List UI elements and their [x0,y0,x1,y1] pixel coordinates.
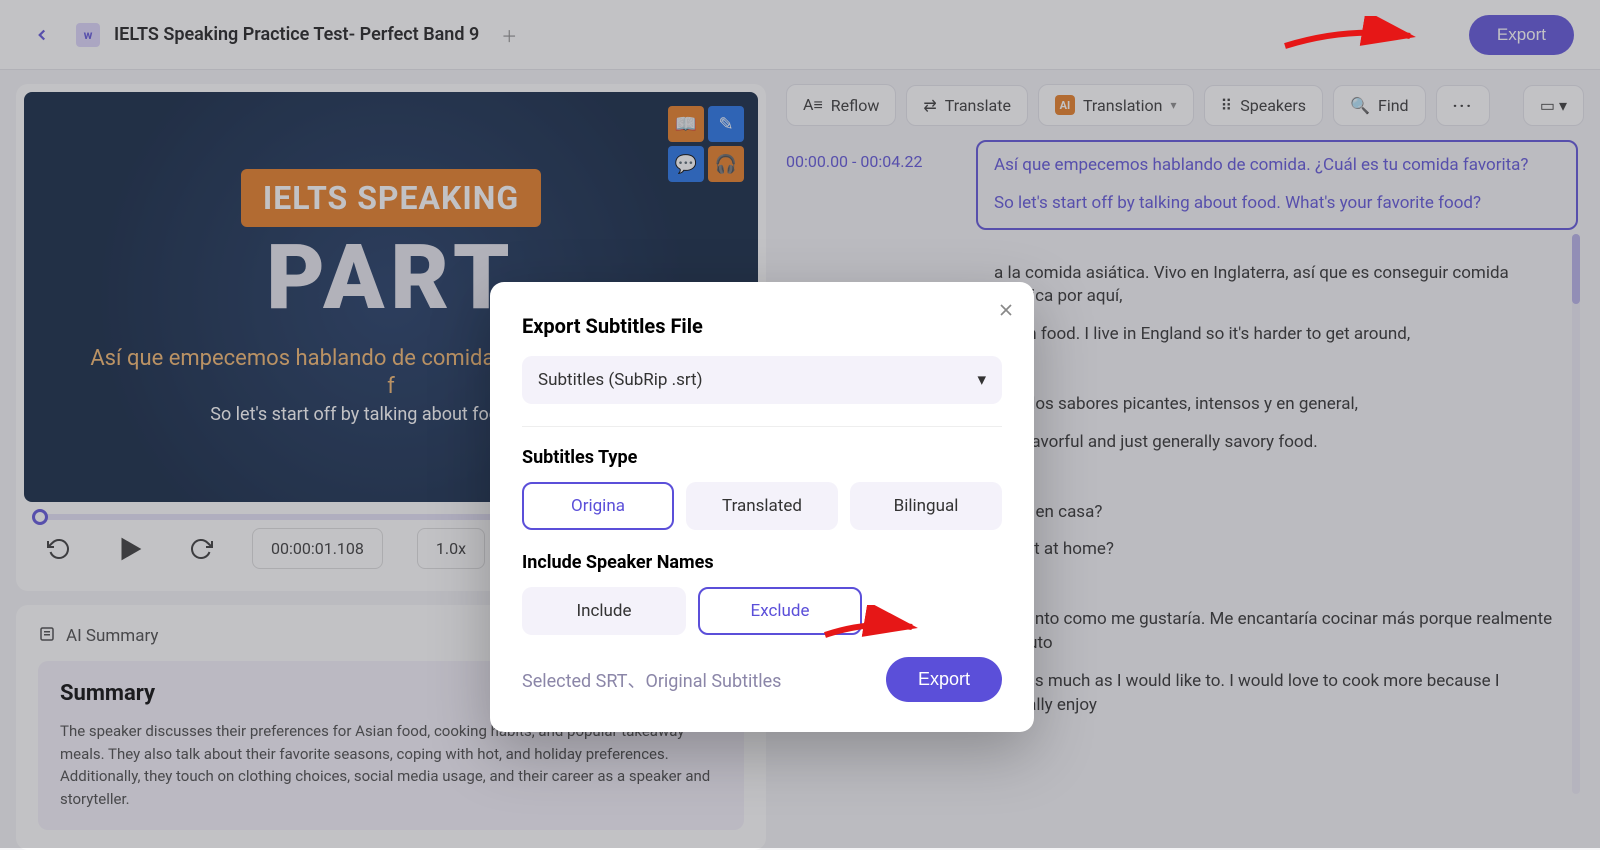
transcript-timestamp: 00:00.00 - 00:04.22 [786,140,958,230]
transcript-toolbar: A≡Reflow ⇄Translate AITranslation▾ ⠿Spea… [786,84,1584,126]
transcript-text-box[interactable]: a la comida asiática. Vivo en Inglaterra… [976,248,1578,361]
speakers-button[interactable]: ⠿Speakers [1204,85,1324,126]
pencil-icon: ✎ [708,106,744,142]
translate-button[interactable]: ⇄Translate [906,85,1028,126]
speaker-names-label: Include Speaker Names [522,552,1002,573]
export-button-top[interactable]: Export [1469,15,1574,55]
transcript-text-box[interactable]: Así que empecemos hablando de comida. ¿C… [976,140,1578,230]
subtitle-type-option-bilingual[interactable]: Bilingual [850,482,1002,530]
view-toggle[interactable]: ▭ ▾ [1523,85,1584,126]
video-part-text: PART [266,233,515,323]
transcript-original: Not as much as I would like to. I would … [994,670,1560,718]
modal-export-button[interactable]: Export [886,657,1002,702]
export-selection-summary: Selected SRT、Original Subtitles [522,667,781,693]
summary-body: The speaker discusses their preferences … [60,720,722,810]
transcript-original: So let's start off by talking about food… [994,192,1560,216]
transcript-text-box[interactable]: No tanto como me gustaría. Me encantaría… [976,594,1578,731]
summary-heading: AI Summary [66,626,158,646]
transcript-translated: Así que empecemos hablando de comida. ¿C… [994,154,1560,178]
transcript-text-box[interactable]: ucho en casa? k a lot at home? [976,487,1578,577]
playback-speed[interactable]: 1.0x [417,528,485,569]
subtitle-format-select[interactable]: Subtitles (SubRip .srt) ▾ [522,356,1002,404]
rewind-button[interactable] [42,532,76,566]
translation-dropdown[interactable]: AITranslation▾ [1038,84,1194,126]
find-button[interactable]: 🔍Find [1333,85,1426,126]
chevron-down-icon: ▾ [977,370,986,390]
scrollbar-track [1572,234,1580,794]
subtitle-type-label: Subtitles Type [522,447,1002,468]
transcript-original: k a lot at home? [994,538,1560,562]
modal-title: Export Subtitles File [522,314,1002,338]
transcript-translated: No tanto como me gustaría. Me encantaría… [994,608,1560,656]
header-bar: w IELTS Speaking Practice Test- Perfect … [0,0,1600,70]
doc-icon: w [76,23,100,47]
transcript-original: icy, flavorful and just generally savory… [994,431,1560,455]
forward-button[interactable] [184,532,218,566]
transcript-row[interactable]: 00:00.00 - 00:04.22 Así que empecemos hab… [786,140,1578,230]
chat-icon: 💬 [668,146,704,182]
reflow-button[interactable]: A≡Reflow [786,84,896,126]
transcript-translated: ucho en casa? [994,501,1560,525]
play-button[interactable] [110,529,150,569]
add-tab-button[interactable]: ＋ [497,23,521,47]
page-title: IELTS Speaking Practice Test- Perfect Ba… [114,24,479,45]
summary-icon [38,625,56,647]
transcript-translated: a la comida asiática. Vivo en Inglaterra… [994,262,1560,310]
subtitle-type-option-translated[interactable]: Translated [686,482,838,530]
transcript-original: Asian food. I live in England so it's ha… [994,323,1560,347]
modal-close-button[interactable] [996,300,1016,324]
export-modal: Export Subtitles File Subtitles (SubRip … [490,282,1034,732]
speaker-names-option-exclude[interactable]: Exclude [698,587,862,635]
subtitle-type-option-origina[interactable]: Origina [522,482,674,530]
scrollbar-thumb[interactable] [1572,234,1580,304]
video-title-badge: IELTS SPEAKING [241,169,541,227]
scrubber-thumb[interactable] [32,509,48,525]
transcript-text-box[interactable]: stan los sabores picantes, intensos y en… [976,379,1578,469]
video-corner-badges: 📖 ✎ 💬 🎧 [668,106,744,182]
back-button[interactable] [26,19,58,51]
speaker-names-option-include[interactable]: Include [522,587,686,635]
transcript-translated: stan los sabores picantes, intensos y en… [994,393,1560,417]
more-button[interactable]: ··· [1436,85,1490,126]
book-icon: 📖 [668,106,704,142]
headphones-icon: 🎧 [708,146,744,182]
timecode-display[interactable]: 00:00:01.108 [252,528,383,569]
